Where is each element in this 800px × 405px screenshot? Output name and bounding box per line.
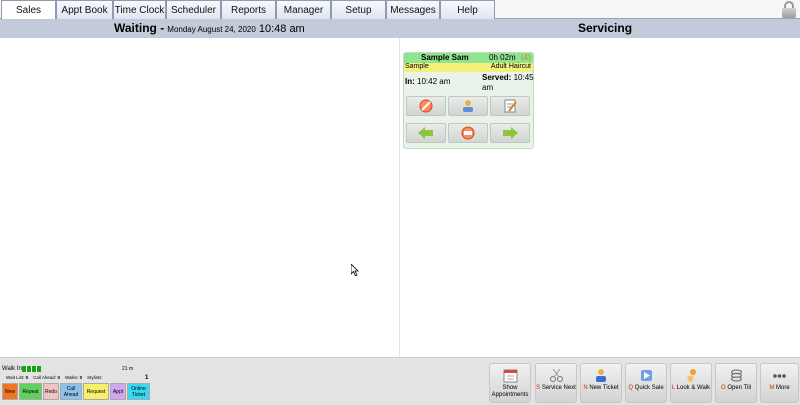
waiting-heading: Waiting - Monday August 24, 2020 10:48 a… <box>114 21 305 35</box>
walks-label: Walks: <box>64 375 79 380</box>
ticket-duration: 0h 02m <box>489 53 516 62</box>
wait-list-count: 0 <box>25 375 29 380</box>
stylist-name: Sample <box>405 63 429 70</box>
client-name: Sample Sam <box>421 53 469 62</box>
cancel-ticket-button[interactable] <box>406 96 446 116</box>
new-ticket-label: New Ticket <box>589 385 619 391</box>
tab-appt-book[interactable]: Appt Book <box>56 0 113 19</box>
scissors-icon <box>550 368 563 382</box>
more-button[interactable]: M More <box>760 363 799 403</box>
person-icon <box>463 100 473 112</box>
look-walk-button[interactable]: L Look & Walk <box>670 363 712 403</box>
arrow-left-icon <box>418 127 433 139</box>
arrow-right-icon <box>503 127 518 139</box>
tab-setup[interactable]: Setup <box>331 0 386 19</box>
call-ahead-count: 0 <box>57 375 60 380</box>
check-in-time: In: 10:42 am <box>405 77 450 86</box>
servicing-heading: Servicing <box>578 21 633 35</box>
look-walk-key: L <box>671 385 675 391</box>
walk-in-label: Walk In <box>2 366 22 372</box>
move-forward-button[interactable] <box>490 123 530 143</box>
ticket-count: (4) <box>521 53 531 62</box>
current-date: Monday August 24, 2020 <box>167 25 256 34</box>
quick-sale-icon <box>641 370 652 381</box>
top-nav: Sales Appt Book Time Clock Scheduler Rep… <box>0 0 800 20</box>
tab-messages[interactable]: Messages <box>386 0 440 19</box>
walk-in-bars <box>22 366 41 372</box>
service-name: Adult Haircut <box>490 63 531 70</box>
coins-icon <box>731 369 742 382</box>
open-till-key: O <box>720 385 726 391</box>
redo-button[interactable]: Redo <box>43 383 59 400</box>
served-label: Served: <box>482 73 512 82</box>
tab-help[interactable]: Help <box>440 0 495 19</box>
stop-icon <box>461 126 475 140</box>
wait-list-label: Wait List: <box>6 375 25 380</box>
more-dots-icon <box>773 374 786 378</box>
notepad-icon <box>504 99 517 113</box>
online-ticket-button[interactable]: Online Ticket <box>127 383 150 400</box>
in-label: In: <box>405 77 415 86</box>
waitlist-stats: Wait List: 0 Call Ahead: 0 Walks: 0 Styl… <box>6 375 103 380</box>
more-key: M <box>769 385 775 391</box>
service-ticket-card[interactable]: Sample Sam 0h 02m (4) Sample Adult Hairc… <box>403 52 534 149</box>
move-back-button[interactable] <box>406 123 446 143</box>
wait-minutes: 21 m <box>122 366 134 372</box>
tab-manager[interactable]: Manager <box>276 0 331 19</box>
show-appointments-label: Show Appointments <box>491 385 529 398</box>
appt-button[interactable]: Appt <box>110 383 126 400</box>
new-walkin-button[interactable]: New <box>2 383 18 400</box>
call-ahead-label: Call Ahead: <box>33 375 57 380</box>
lock-icon[interactable] <box>782 1 796 18</box>
repeat-button[interactable]: Repeat <box>19 383 42 400</box>
app-window: Sales Appt Book Time Clock Scheduler Rep… <box>0 0 800 405</box>
service-next-label: Service Next <box>541 385 576 391</box>
person-ticket-icon <box>596 369 606 382</box>
mouse-cursor-icon <box>351 264 359 276</box>
service-next-button[interactable]: S Service Next <box>535 363 577 403</box>
checkout-button[interactable] <box>448 123 488 143</box>
in-time: 10:42 am <box>417 77 451 86</box>
open-till-button[interactable]: O Open Till <box>715 363 757 403</box>
walks-count: 0 <box>79 375 83 380</box>
stylists-label: Stylists: <box>87 375 103 380</box>
new-ticket-button[interactable]: N New Ticket <box>580 363 622 403</box>
call-ahead-button[interactable]: Call Ahead <box>60 383 82 400</box>
tab-scheduler[interactable]: Scheduler <box>166 0 221 19</box>
quick-sale-label: Quick Sale <box>634 385 664 391</box>
cancel-icon <box>419 99 433 113</box>
look-walk-label: Look & Walk <box>676 385 711 391</box>
stylists-count: 1 <box>145 375 149 381</box>
tab-time-clock[interactable]: Time Clock <box>113 0 166 19</box>
look-walk-icon <box>687 369 696 382</box>
quick-sale-key: Q <box>628 385 633 391</box>
status-header: Waiting - Monday August 24, 2020 10:48 a… <box>0 19 800 38</box>
tab-reports[interactable]: Reports <box>221 0 276 19</box>
service-next-key: S <box>536 385 541 391</box>
open-till-label: Open Till <box>727 385 752 391</box>
tab-sales[interactable]: Sales <box>1 0 56 20</box>
edit-ticket-button[interactable] <box>490 96 530 116</box>
waiting-label: Waiting - <box>114 21 165 35</box>
quick-sale-button[interactable]: Q Quick Sale <box>625 363 667 403</box>
waiting-panel <box>0 38 400 357</box>
ticket-header: Sample Sam 0h 02m (4) <box>404 53 533 63</box>
ticket-service-row: Sample Adult Haircut <box>404 63 533 72</box>
stylist-button[interactable] <box>448 96 488 116</box>
new-ticket-key: N <box>583 385 588 391</box>
current-time: 10:48 am <box>258 23 305 35</box>
request-button[interactable]: Request <box>83 383 109 400</box>
show-appointments-button[interactable]: Show Appointments <box>489 363 531 403</box>
more-label: More <box>776 385 790 391</box>
calendar-icon <box>503 369 518 383</box>
served-time: Served: 10:45 am <box>482 73 534 93</box>
